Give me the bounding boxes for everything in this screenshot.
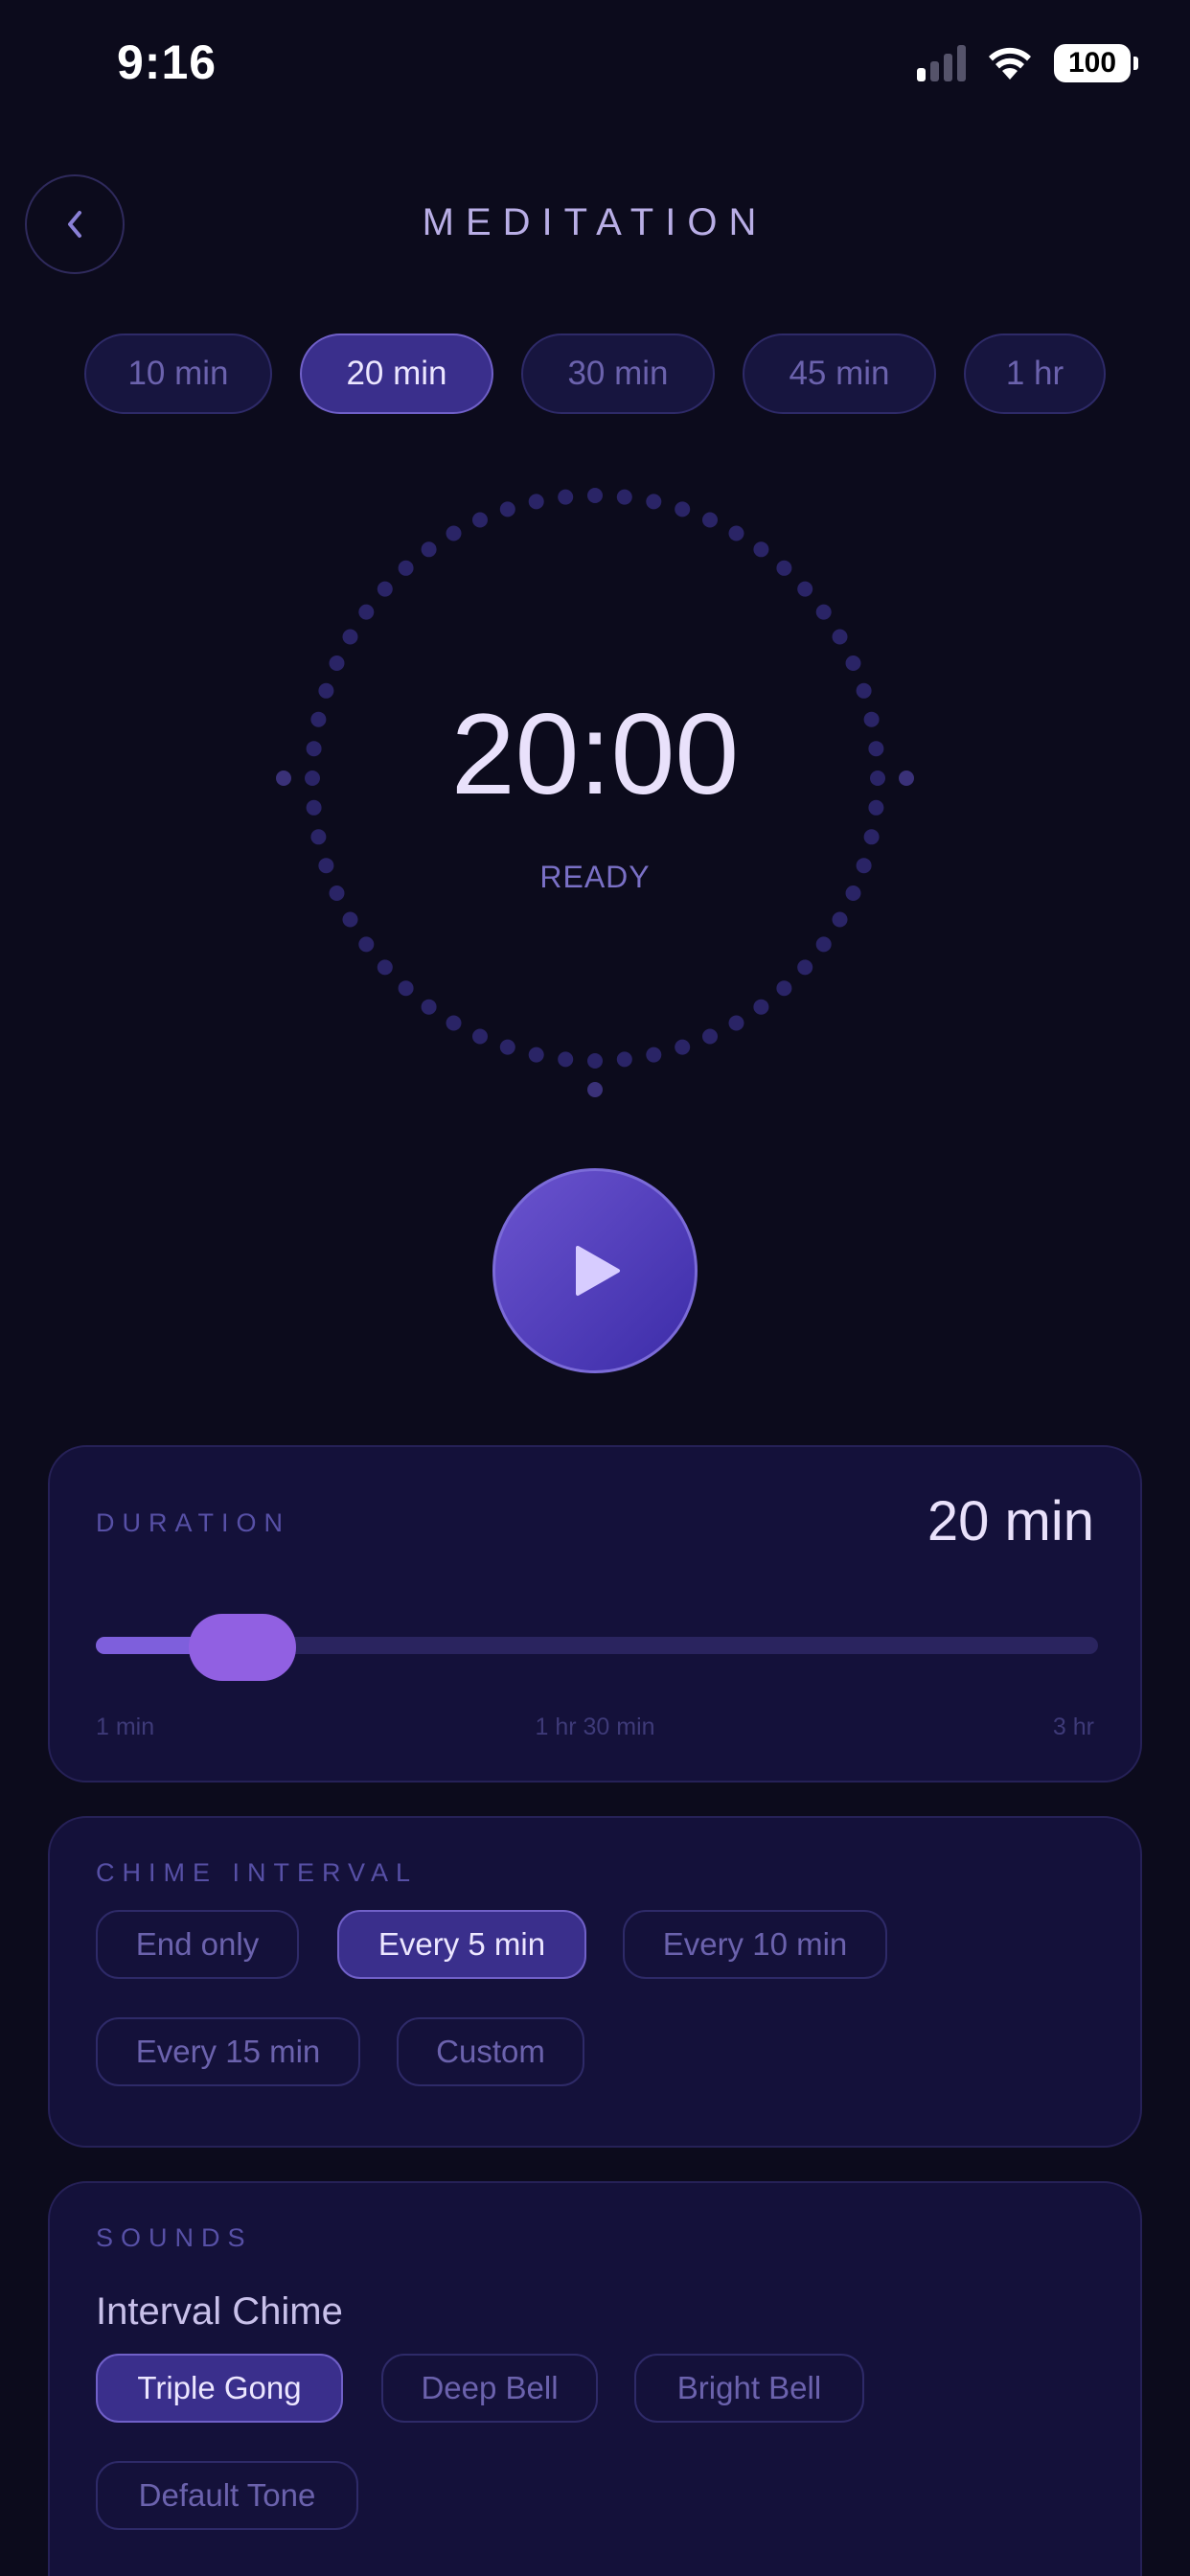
ring-dot bbox=[776, 980, 792, 997]
duration-value: 20 min bbox=[927, 1490, 1094, 1552]
sound-option-deep-bell[interactable]: Deep Bell bbox=[381, 2354, 598, 2423]
meditation-screen: 9:16 100 MEDITATION 10 min 20 min 30 min… bbox=[0, 0, 1190, 2576]
ring-dot bbox=[358, 604, 375, 620]
ring-dot bbox=[342, 911, 358, 928]
chime-option-every-5-min[interactable]: Every 5 min bbox=[337, 1910, 586, 1979]
ring-marker-dot bbox=[587, 1082, 603, 1097]
sounds-label: SOUNDS bbox=[96, 2223, 253, 2252]
chime-option-end-only[interactable]: End only bbox=[96, 1910, 299, 1979]
duration-slider-thumb[interactable] bbox=[188, 1614, 296, 1681]
ring-dot bbox=[421, 541, 437, 558]
chime-option-custom[interactable]: Custom bbox=[397, 2017, 584, 2086]
duration-card: DURATION 20 min 1 min 1 hr 30 min 3 hr bbox=[48, 1445, 1142, 1782]
interval-chime-heading: Interval Chime bbox=[96, 2290, 343, 2333]
ring-dot bbox=[675, 501, 691, 518]
ring-dot bbox=[675, 1039, 691, 1055]
slider-mid-label: 1 hr 30 min bbox=[535, 1714, 655, 1740]
ring-dot bbox=[776, 560, 792, 576]
ring-dot bbox=[616, 489, 632, 505]
ring-dot bbox=[587, 1053, 603, 1069]
sound-option-bright-bell[interactable]: Bright Bell bbox=[634, 2354, 864, 2423]
ring-dot bbox=[358, 936, 375, 953]
ring-dot bbox=[646, 1046, 662, 1063]
ring-dot bbox=[797, 581, 813, 597]
ring-dot bbox=[646, 494, 662, 510]
ring-dot bbox=[329, 656, 345, 671]
ring-dot bbox=[558, 489, 574, 505]
ring-dot bbox=[863, 829, 880, 845]
ring-dot bbox=[753, 541, 769, 558]
ring-dot bbox=[728, 1015, 744, 1031]
play-button[interactable] bbox=[492, 1168, 698, 1373]
chime-option-every-15-min[interactable]: Every 15 min bbox=[96, 2017, 360, 2086]
timer-ring bbox=[276, 488, 914, 1097]
timer-status: READY bbox=[539, 860, 651, 894]
ring-dot bbox=[472, 512, 488, 528]
sound-option-triple-gong[interactable]: Triple Gong bbox=[96, 2354, 343, 2423]
ring-dot bbox=[310, 829, 327, 845]
ring-dot bbox=[472, 1028, 488, 1045]
ring-dot bbox=[377, 581, 393, 597]
ring-dot bbox=[845, 656, 861, 671]
chime-option-every-10-min[interactable]: Every 10 min bbox=[623, 1910, 887, 1979]
play-icon bbox=[576, 1246, 620, 1296]
ring-dot bbox=[398, 560, 414, 576]
ring-dot bbox=[398, 980, 414, 997]
ring-dot bbox=[753, 999, 769, 1015]
ring-dot bbox=[558, 1051, 574, 1068]
ring-dot bbox=[815, 936, 832, 953]
ring-dot bbox=[528, 1046, 544, 1063]
ring-dot bbox=[815, 604, 832, 620]
chime-interval-card: CHIME INTERVAL End only Every 5 min Ever… bbox=[48, 1816, 1142, 2148]
ring-dot bbox=[832, 911, 848, 928]
ring-dot bbox=[702, 1028, 718, 1045]
ring-dot bbox=[528, 494, 544, 510]
ring-dot bbox=[499, 501, 515, 518]
chime-interval-label: CHIME INTERVAL bbox=[96, 1858, 419, 1887]
timer-display: 20:00 bbox=[450, 690, 740, 818]
ring-dot bbox=[446, 1015, 462, 1031]
duration-label: DURATION bbox=[96, 1508, 290, 1537]
ring-dot bbox=[832, 629, 848, 645]
slider-max-label: 3 hr bbox=[1052, 1714, 1094, 1740]
ring-dot bbox=[499, 1039, 515, 1055]
sounds-card: SOUNDS Interval Chime Triple Gong Deep B… bbox=[48, 2181, 1142, 2576]
ring-dot bbox=[702, 512, 718, 528]
ring-dot bbox=[728, 525, 744, 541]
ring-dot bbox=[616, 1051, 632, 1068]
ring-dot bbox=[797, 959, 813, 976]
ring-dot bbox=[342, 629, 358, 645]
ring-dot bbox=[446, 525, 462, 541]
sound-option-default-tone[interactable]: Default Tone bbox=[96, 2461, 358, 2530]
ring-dot bbox=[421, 999, 437, 1015]
ring-dot bbox=[587, 488, 603, 503]
ring-dot bbox=[377, 959, 393, 976]
